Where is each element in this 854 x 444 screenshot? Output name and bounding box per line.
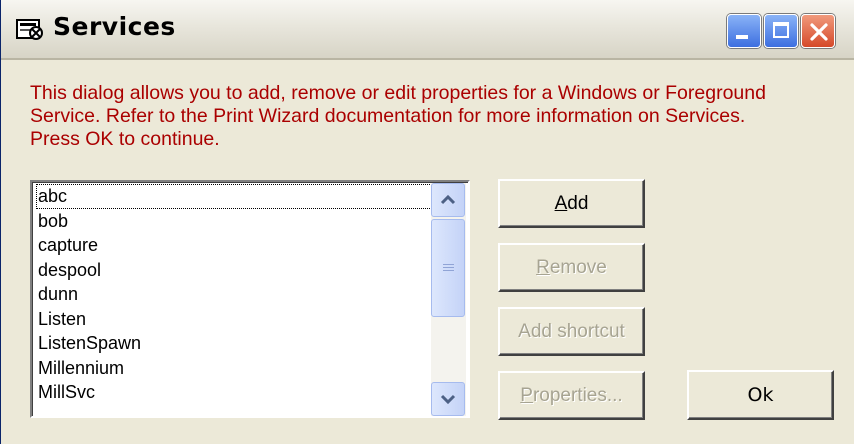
description-line: This dialog allows you to add, remove or… xyxy=(30,82,766,104)
properties-button-label: roperties... xyxy=(532,384,623,406)
list-item[interactable]: bob xyxy=(36,209,432,234)
description-line: Press OK to continue. xyxy=(30,128,220,150)
remove-button-label: emove xyxy=(549,256,607,278)
chevron-up-icon xyxy=(440,194,456,205)
list-item[interactable]: abc xyxy=(36,184,432,209)
remove-button-mnemonic: R xyxy=(536,256,550,278)
list-item[interactable]: dunn xyxy=(36,282,432,307)
maximize-icon[interactable] xyxy=(764,14,798,48)
window-title: Services xyxy=(53,12,176,41)
properties-button[interactable]: Properties... xyxy=(498,371,645,420)
vertical-scrollbar[interactable] xyxy=(431,183,466,416)
add-button-label: dd xyxy=(567,192,589,214)
description-line: Service. Refer to the Print Wizard docum… xyxy=(30,105,746,127)
scroll-down-button[interactable] xyxy=(431,382,465,416)
list-item[interactable]: Millennium xyxy=(36,356,432,381)
list-item[interactable]: capture xyxy=(36,233,432,258)
chevron-down-icon xyxy=(440,394,456,405)
minimize-icon[interactable] xyxy=(727,14,761,48)
add-button[interactable]: Add xyxy=(498,179,645,228)
scroll-up-button[interactable] xyxy=(431,183,465,217)
properties-button-mnemonic: P xyxy=(520,384,533,406)
add-shortcut-button-label: Add shortcut xyxy=(518,320,625,342)
remove-button[interactable]: Remove xyxy=(498,243,645,292)
ok-button-label: Ok xyxy=(747,384,774,406)
services-dialog: Services This dialog allows you to add, … xyxy=(0,0,854,444)
grip-icon xyxy=(443,264,454,273)
title-bar[interactable]: Services xyxy=(1,0,854,60)
list-item[interactable]: Listen xyxy=(36,307,432,332)
list-item[interactable]: ListenSpawn xyxy=(36,331,432,356)
add-button-mnemonic: A xyxy=(554,192,568,214)
list-item[interactable]: despool xyxy=(36,258,432,283)
close-icon[interactable] xyxy=(801,14,835,48)
scroll-thumb[interactable] xyxy=(431,219,465,317)
services-app-icon xyxy=(15,14,45,44)
list-item[interactable]: MillSvc xyxy=(36,380,432,405)
services-listbox[interactable]: abc bob capture despool dunn Listen List… xyxy=(30,180,470,418)
add-shortcut-button[interactable]: Add shortcut xyxy=(498,307,645,356)
services-list: abc bob capture despool dunn Listen List… xyxy=(36,184,432,405)
ok-button[interactable]: Ok xyxy=(687,370,834,420)
description-text: This dialog allows you to add, remove or… xyxy=(30,82,845,151)
